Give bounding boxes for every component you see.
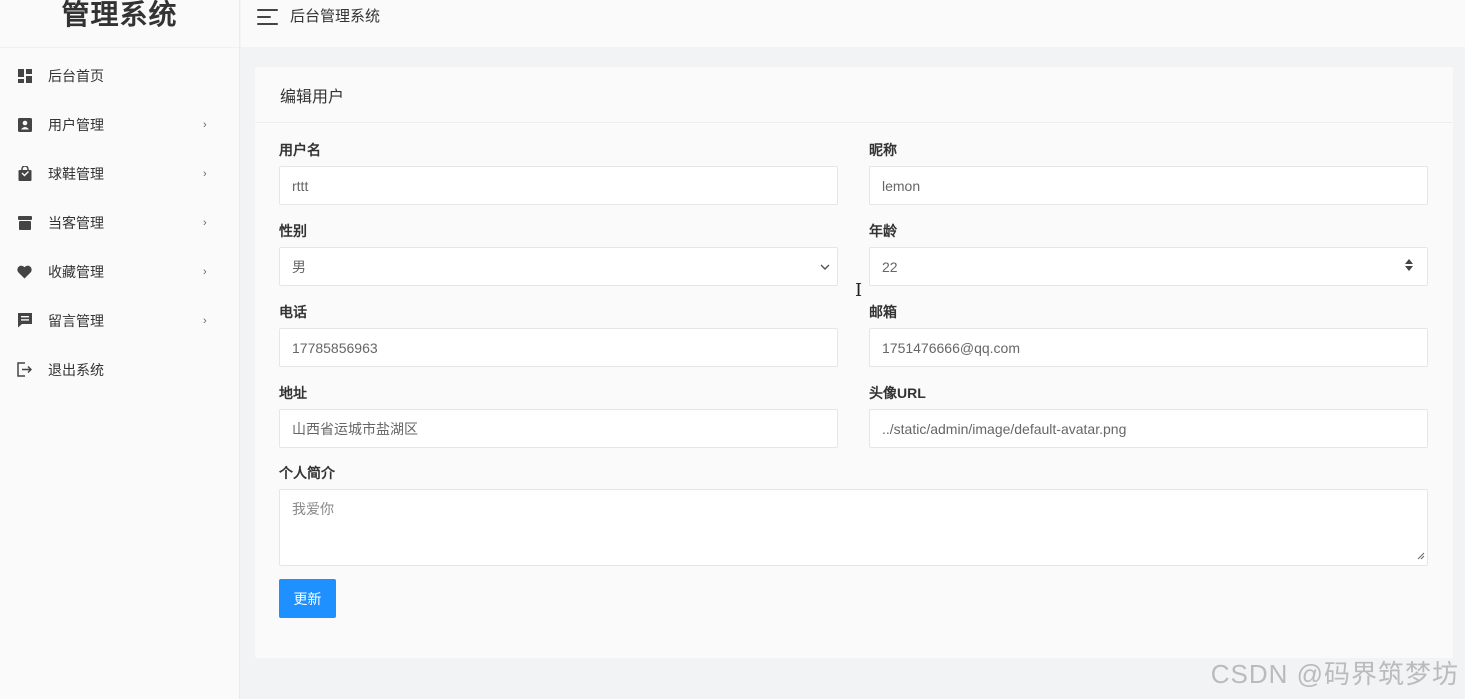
nickname-field-group: 昵称 lemon [869,140,1428,205]
archive-box-icon [17,215,32,230]
sidebar-item-label: 球鞋管理 [48,165,104,182]
sidebar-item-customers[interactable]: 当客管理 › [0,198,239,247]
username-value: rttt [292,177,309,194]
address-input[interactable]: 山西省运城市盐湖区 [279,409,838,448]
chevron-right-icon: › [203,265,207,278]
address-field-group: 地址 山西省运城市盐湖区 [279,383,838,448]
shopping-bag-icon [17,166,32,181]
sidebar-nav: 后台首页 用户管理 › 球鞋管理 › 当客管理 › 收藏管理 › 留言管理 › … [0,51,239,394]
avatar-field-group: 头像URL ../static/admin/image/default-avat… [869,383,1428,448]
avatar-value: ../static/admin/image/default-avatar.png [882,420,1127,437]
number-spinner-icon[interactable] [1405,259,1413,271]
age-field-group: 年龄 22 [869,221,1428,286]
sidebar-item-label: 留言管理 [48,312,104,329]
bio-label: 个人简介 [279,465,335,481]
phone-value: 17785856963 [292,339,378,356]
age-label: 年龄 [869,223,897,239]
sidebar-item-users[interactable]: 用户管理 › [0,100,239,149]
sidebar-item-home[interactable]: 后台首页 [0,51,239,100]
message-icon [17,313,32,328]
phone-field-group: 电话 17785856963 [279,302,838,367]
chevron-right-icon: › [203,167,207,180]
card-title: 编辑用户 [255,67,1453,123]
phone-input[interactable]: 17785856963 [279,328,838,367]
chevron-right-icon: › [203,314,207,327]
chevron-right-icon: › [203,118,207,131]
username-label: 用户名 [279,142,321,158]
email-value: 1751476666@qq.com [882,339,1020,356]
chevron-down-icon [819,260,831,276]
nickname-label: 昵称 [869,142,897,158]
bio-value: 我爱你 [292,501,334,517]
email-field-group: 邮箱 1751476666@qq.com [869,302,1428,367]
header-title: 后台管理系统 [290,8,381,25]
user-card-icon [17,117,32,132]
address-value: 山西省运城市盐湖区 [292,420,418,437]
edit-user-card: 编辑用户 用户名 rttt 昵称 lemon 性别 男 年龄 22 电话 177… [255,67,1453,658]
bio-field-group: 个人简介 我爱你 [279,463,1428,566]
username-input[interactable]: rttt [279,166,838,205]
dashboard-icon [17,68,32,83]
bio-textarea[interactable]: 我爱你 [279,489,1428,566]
sidebar-item-label: 收藏管理 [48,263,104,280]
chevron-right-icon: › [203,216,207,229]
sidebar-item-sneakers[interactable]: 球鞋管理 › [0,149,239,198]
avatar-label: 头像URL [869,385,926,401]
avatar-url-input[interactable]: ../static/admin/image/default-avatar.png [869,409,1428,448]
sidebar-item-label: 当客管理 [48,214,104,231]
nickname-value: lemon [882,177,921,194]
sidebar-item-messages[interactable]: 留言管理 › [0,296,239,345]
gender-select[interactable]: 男 [279,247,838,286]
text-cursor-icon: I [855,280,863,301]
sidebar-item-logout[interactable]: 退出系统 [0,345,239,394]
update-button[interactable]: 更新 [279,579,336,618]
gender-label: 性别 [279,223,307,239]
gender-field-group: 性别 男 [279,221,838,286]
nickname-input[interactable]: lemon [869,166,1428,205]
menu-toggle-icon[interactable] [257,8,278,25]
logout-icon [17,362,32,377]
age-number-input[interactable]: 22 [869,247,1428,286]
sidebar: 管理系统 后台首页 用户管理 › 球鞋管理 › 当客管理 › 收藏管理 › 留言… [0,0,240,699]
age-value: 22 [882,258,898,275]
phone-label: 电话 [279,304,307,320]
email-input[interactable]: 1751476666@qq.com [869,328,1428,367]
resize-handle-icon[interactable] [1416,547,1425,563]
gender-value: 男 [292,258,306,275]
sidebar-item-label: 后台首页 [48,67,104,84]
top-header: 后台管理系统 [241,0,1465,47]
brand-title: 管理系统 [0,0,239,48]
email-label: 邮箱 [869,304,897,320]
address-label: 地址 [279,385,307,401]
sidebar-item-label: 用户管理 [48,116,104,133]
username-field-group: 用户名 rttt [279,140,838,205]
heart-icon [17,264,32,279]
sidebar-item-label: 退出系统 [48,361,104,378]
sidebar-item-favorites[interactable]: 收藏管理 › [0,247,239,296]
watermark: CSDN @码界筑梦坊 [1210,659,1459,689]
